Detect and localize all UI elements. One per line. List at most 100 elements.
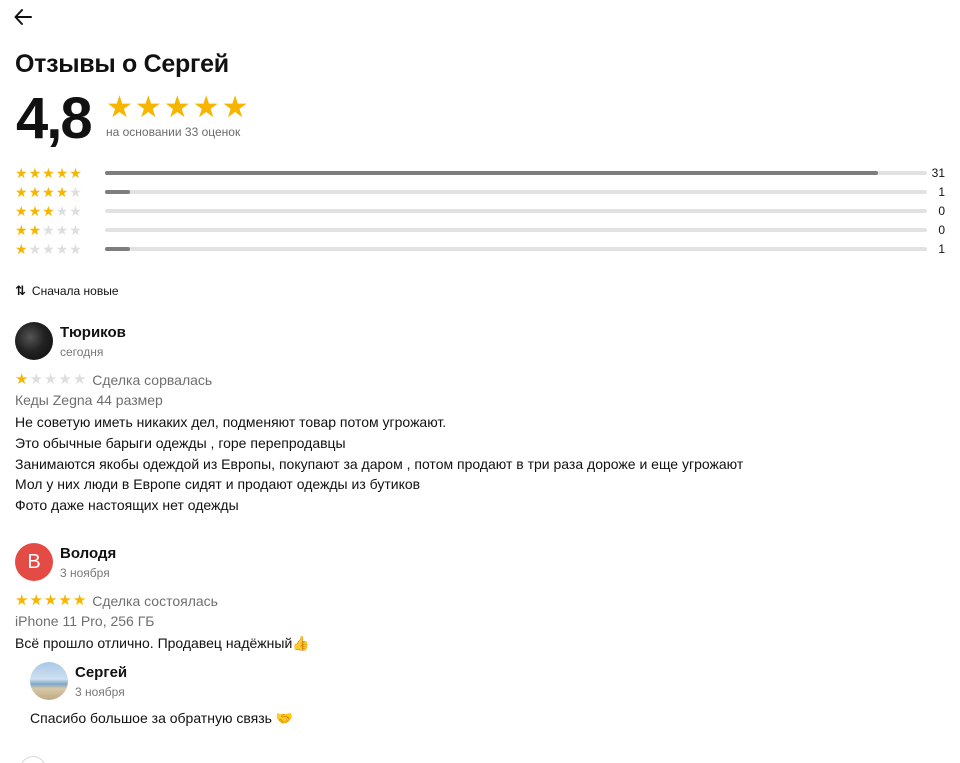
review-card: В Володя 3 ноября ★ ★ ★ ★ ★ Сделка состоялас…: [15, 543, 945, 654]
average-rating-stars: ★ ★ ★ ★ ★: [106, 92, 249, 124]
star-filled-icon: ★: [15, 222, 28, 238]
reviewer-name[interactable]: Тюриков: [60, 324, 126, 341]
distribution-count: 31: [931, 166, 945, 180]
star-empty-icon: ★: [58, 371, 72, 388]
arrow-left-icon[interactable]: [12, 6, 34, 28]
star-filled-icon: ★: [55, 184, 69, 200]
star-icon: ★: [192, 91, 220, 124]
distribution-bar: [105, 247, 927, 251]
review-header: Тюриков сегодня: [15, 322, 945, 362]
star-empty-icon: ★: [69, 184, 82, 200]
star-empty-icon: ★: [55, 241, 69, 257]
star-filled-icon: ★: [42, 165, 55, 181]
star-icon: ★: [221, 91, 249, 124]
review-text-line: Мол у них люди в Европе сидят и продают …: [15, 476, 421, 493]
sort-arrows-icon: ⇅: [15, 283, 26, 298]
star-filled-icon: ★: [42, 203, 55, 219]
distribution-row: ★ ★ ★ ★ ★ 0: [15, 203, 947, 222]
review-date: сегодня: [60, 345, 104, 359]
distribution-row: ★ ★ ★ ★ ★ 1: [15, 184, 947, 203]
avatar[interactable]: [30, 662, 68, 700]
rating-count-text: на основании 33 оценок: [106, 125, 241, 139]
distribution-row: ★ ★ ★ ★ ★ 0: [15, 222, 947, 241]
star-empty-icon: ★: [69, 241, 82, 257]
star-filled-icon: ★: [43, 592, 58, 609]
review-item[interactable]: Кеды Zegna 44 размер: [15, 392, 945, 408]
distribution-stars: ★ ★ ★ ★ ★: [15, 165, 82, 181]
review-item[interactable]: iPhone 11 Pro, 256 ГБ: [15, 613, 945, 629]
star-empty-icon: ★: [43, 371, 58, 388]
star-filled-icon: ★: [15, 184, 28, 200]
star-filled-icon: ★: [72, 592, 87, 609]
avatar[interactable]: В: [15, 543, 53, 581]
review-text-line: Это обычные барыги одежды , горе перепро…: [15, 434, 346, 451]
star-empty-icon: ★: [72, 371, 87, 388]
seller-name[interactable]: Сергей: [75, 664, 127, 681]
star-empty-icon: ★: [42, 222, 55, 238]
review-text-line: Не советую иметь никаких дел, подменяют …: [15, 414, 447, 430]
star-empty-icon: ★: [69, 222, 82, 238]
distribution-count: 0: [938, 223, 945, 237]
deal-status: Сделка состоялась: [92, 593, 218, 609]
star-empty-icon: ★: [69, 203, 82, 219]
star-filled-icon: ★: [15, 241, 28, 257]
star-filled-icon: ★: [28, 165, 42, 181]
review-text-line: Занимаются якобы одеждой из Европы, поку…: [15, 455, 744, 472]
avatar[interactable]: [15, 322, 53, 360]
distribution-bar: [105, 190, 927, 194]
review-card: Тюриков сегодня ★ ★ ★ ★ ★ Сделка сорвалась К…: [15, 322, 945, 516]
review-header: В Володя 3 ноября: [15, 543, 945, 583]
star-filled-icon: ★: [28, 203, 42, 219]
reviewer-name[interactable]: Володя: [60, 545, 116, 562]
distribution-bar-fill: [105, 171, 878, 175]
distribution-row: ★ ★ ★ ★ ★ 31: [15, 165, 947, 184]
star-filled-icon: ★: [15, 371, 29, 388]
star-empty-icon: ★: [55, 222, 69, 238]
star-icon: ★: [106, 91, 133, 124]
star-filled-icon: ★: [15, 592, 29, 609]
star-filled-icon: ★: [28, 184, 42, 200]
deal-status: Сделка сорвалась: [92, 372, 213, 388]
star-empty-icon: ★: [42, 241, 55, 257]
star-empty-icon: ★: [28, 241, 42, 257]
distribution-row: ★ ★ ★ ★ ★ 1: [15, 241, 947, 260]
star-filled-icon: ★: [15, 165, 28, 181]
sort-label: Сначала новые: [31, 284, 119, 298]
distribution-count: 1: [938, 185, 945, 199]
rating-distribution: ★ ★ ★ ★ ★ 31 ★ ★ ★ ★ ★ 1 ★ ★ ★ ★ ★ 0 ★ ★ ★ ★ ★ 0 ★ ★ ★ ★ ★ 1: [15, 165, 947, 260]
star-empty-icon: ★: [29, 371, 43, 388]
reply-date: 3 ноября: [75, 685, 125, 699]
review-stars: ★ ★ ★ ★ ★: [15, 592, 86, 610]
review-stars: ★ ★ ★ ★ ★: [15, 371, 86, 389]
star-filled-icon: ★: [29, 592, 43, 609]
distribution-bar: [105, 171, 927, 175]
distribution-stars: ★ ★ ★ ★ ★: [15, 203, 82, 219]
review-rating: ★ ★ ★ ★ ★ Сделка сорвалась: [15, 371, 945, 389]
distribution-count: 1: [938, 242, 945, 256]
star-empty-icon: ★: [55, 203, 69, 219]
star-filled-icon: ★: [42, 184, 55, 200]
distribution-stars: ★ ★ ★ ★ ★: [15, 184, 82, 200]
star-filled-icon: ★: [58, 592, 72, 609]
distribution-bar-fill: [105, 190, 130, 194]
distribution-stars: ★ ★ ★ ★ ★: [15, 241, 82, 257]
distribution-bar: [105, 228, 927, 232]
review-text: Всё прошло отлично. Продавец надёжный👍: [15, 635, 310, 651]
star-icon: ★: [134, 91, 162, 124]
review-text: Не советую иметь никаких дел, подменяют …: [15, 412, 945, 516]
distribution-bar: [105, 209, 927, 213]
page-title: Отзывы о Сергей: [15, 50, 229, 78]
seller-reply: Сергей 3 ноября Спасибо большое за обрат…: [30, 662, 630, 729]
star-filled-icon: ★: [28, 222, 42, 238]
distribution-count: 0: [938, 204, 945, 218]
reply-text: Спасибо большое за обратную связь 🤝: [30, 710, 294, 726]
star-filled-icon: ★: [15, 203, 28, 219]
average-rating: 4,8: [16, 86, 93, 151]
distribution-stars: ★ ★ ★ ★ ★: [15, 222, 82, 238]
star-icon: ★: [163, 91, 191, 124]
star-filled-icon: ★: [55, 165, 69, 181]
review-date: 3 ноября: [60, 566, 110, 580]
review-text-line: Фото даже настоящих нет одежды: [15, 497, 239, 514]
avatar[interactable]: [20, 756, 46, 763]
sort-button[interactable]: ⇅ Сначала новые: [15, 283, 119, 299]
